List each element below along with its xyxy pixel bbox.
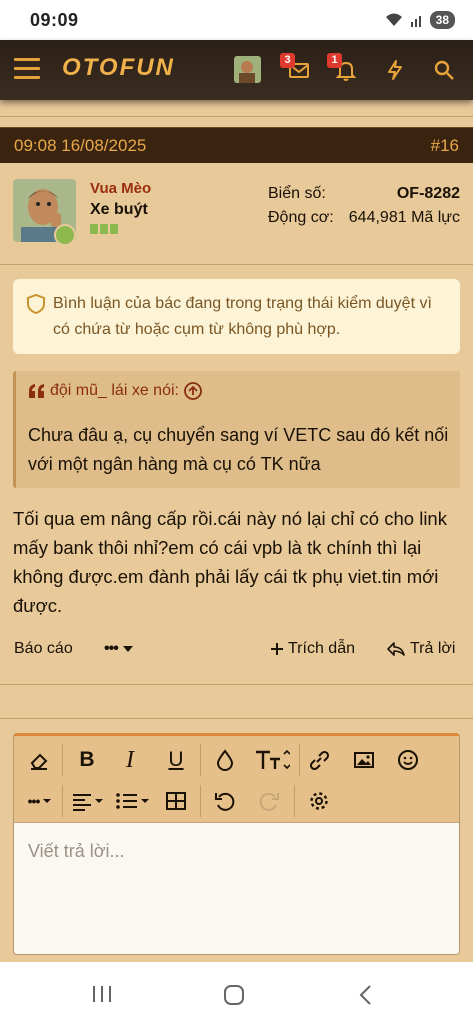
quote-label: Trích dẫn — [288, 640, 355, 657]
smiley-icon[interactable] — [393, 745, 423, 775]
settings-icon[interactable] — [304, 786, 334, 816]
more-label: ••• — [104, 640, 119, 657]
image-icon[interactable] — [349, 745, 379, 775]
report-label: Báo cáo — [14, 640, 73, 657]
reply-editor: B I U ••• Viết trả lời... — [13, 733, 460, 955]
post-number[interactable]: #16 — [431, 136, 459, 156]
post-username[interactable]: Vua Mèo — [90, 180, 151, 197]
status-bar: 09:09 38 — [0, 0, 473, 40]
lightning-icon[interactable] — [383, 58, 407, 82]
reply-label: Trả lời — [410, 640, 456, 657]
plate-value: OF-8282 — [396, 185, 460, 202]
account-avatar[interactable] — [234, 56, 261, 83]
home-icon[interactable] — [222, 984, 246, 1006]
wifi-icon — [385, 13, 402, 26]
reply-textarea[interactable]: Viết trả lời... — [14, 822, 459, 954]
align-icon[interactable] — [70, 786, 106, 816]
toolbar-divider — [62, 785, 63, 817]
undo-icon[interactable] — [210, 786, 240, 816]
more-icon[interactable]: ••• — [20, 786, 60, 816]
system-nav-bar — [0, 962, 473, 1024]
plate-label: Biển số: — [268, 185, 326, 202]
table-icon[interactable] — [161, 786, 191, 816]
site-logo[interactable]: OTOFUN — [62, 54, 175, 82]
reply-icon — [387, 642, 405, 656]
italic-icon[interactable]: I — [115, 745, 145, 775]
toolbar-divider — [62, 744, 63, 776]
messages-badge: 3 — [280, 53, 295, 68]
list-icon[interactable] — [114, 786, 152, 816]
caret-down-icon — [43, 799, 52, 803]
engine-value: 644,981 Mã lực — [348, 209, 460, 226]
post-body: Tối qua em nâng cấp rồi.cái này nó lại c… — [13, 508, 447, 616]
quote-block: đội mũ_ lái xe nói: Chưa đâu ạ, cụ chuyể… — [13, 371, 460, 488]
bold-icon[interactable]: B — [72, 745, 102, 775]
menu-icon[interactable] — [14, 58, 40, 80]
plus-icon — [271, 643, 283, 655]
quote-mark-icon — [29, 384, 44, 398]
report-link[interactable]: Báo cáo — [14, 640, 73, 658]
alerts-badge: 1 — [327, 53, 342, 68]
redo-icon[interactable] — [254, 786, 284, 816]
battery-indicator: 38 — [429, 11, 455, 29]
engine-label: Động cơ: — [268, 209, 334, 226]
quote-header[interactable]: đội mũ_ lái xe nói: — [28, 381, 203, 401]
moderation-notice: Bình luận của bác đang trong trạng thái … — [13, 279, 460, 354]
recent-apps-icon[interactable] — [90, 984, 114, 1004]
link-icon[interactable] — [304, 745, 334, 775]
reply-button[interactable]: Trả lời — [386, 640, 455, 658]
more-actions-button[interactable]: ••• — [104, 640, 134, 658]
text-size-icon[interactable] — [252, 745, 292, 775]
search-icon[interactable] — [432, 58, 456, 82]
arrow-up-circle-icon[interactable] — [183, 381, 203, 401]
toolbar-divider — [200, 785, 201, 817]
toolbar-divider — [200, 744, 201, 776]
divider — [0, 116, 473, 117]
status-icons: 38 — [384, 11, 455, 29]
notice-text: Bình luận của bác đang trong trạng thái … — [53, 295, 432, 338]
underline-icon[interactable]: U — [161, 745, 191, 775]
quote-author: đội mũ_ lái xe nói: — [50, 382, 179, 399]
toolbar-divider — [294, 785, 295, 817]
post-header: 09:08 16/08/2025 #16 — [0, 127, 473, 163]
post-datetime[interactable]: 09:08 16/08/2025 — [14, 136, 146, 156]
divider — [0, 264, 473, 265]
user-title: Xe buýt — [90, 201, 148, 218]
shield-icon — [27, 293, 45, 315]
user-rank-bars — [90, 224, 118, 234]
online-status-icon — [54, 224, 76, 246]
quote-button[interactable]: Trích dẫn — [270, 640, 355, 658]
signal-icon — [410, 16, 421, 27]
color-drop-icon[interactable] — [210, 745, 240, 775]
back-icon[interactable] — [356, 984, 376, 1006]
eraser-icon[interactable] — [24, 745, 54, 775]
divider — [0, 684, 473, 685]
caret-down-icon — [122, 646, 133, 652]
divider — [0, 718, 473, 719]
quote-text: Chưa đâu ạ, cụ chuyển sang ví VETC sau đ… — [28, 425, 449, 474]
status-time: 09:09 — [30, 9, 79, 30]
more-options-label: ••• — [27, 793, 41, 809]
toolbar-divider — [299, 744, 300, 776]
